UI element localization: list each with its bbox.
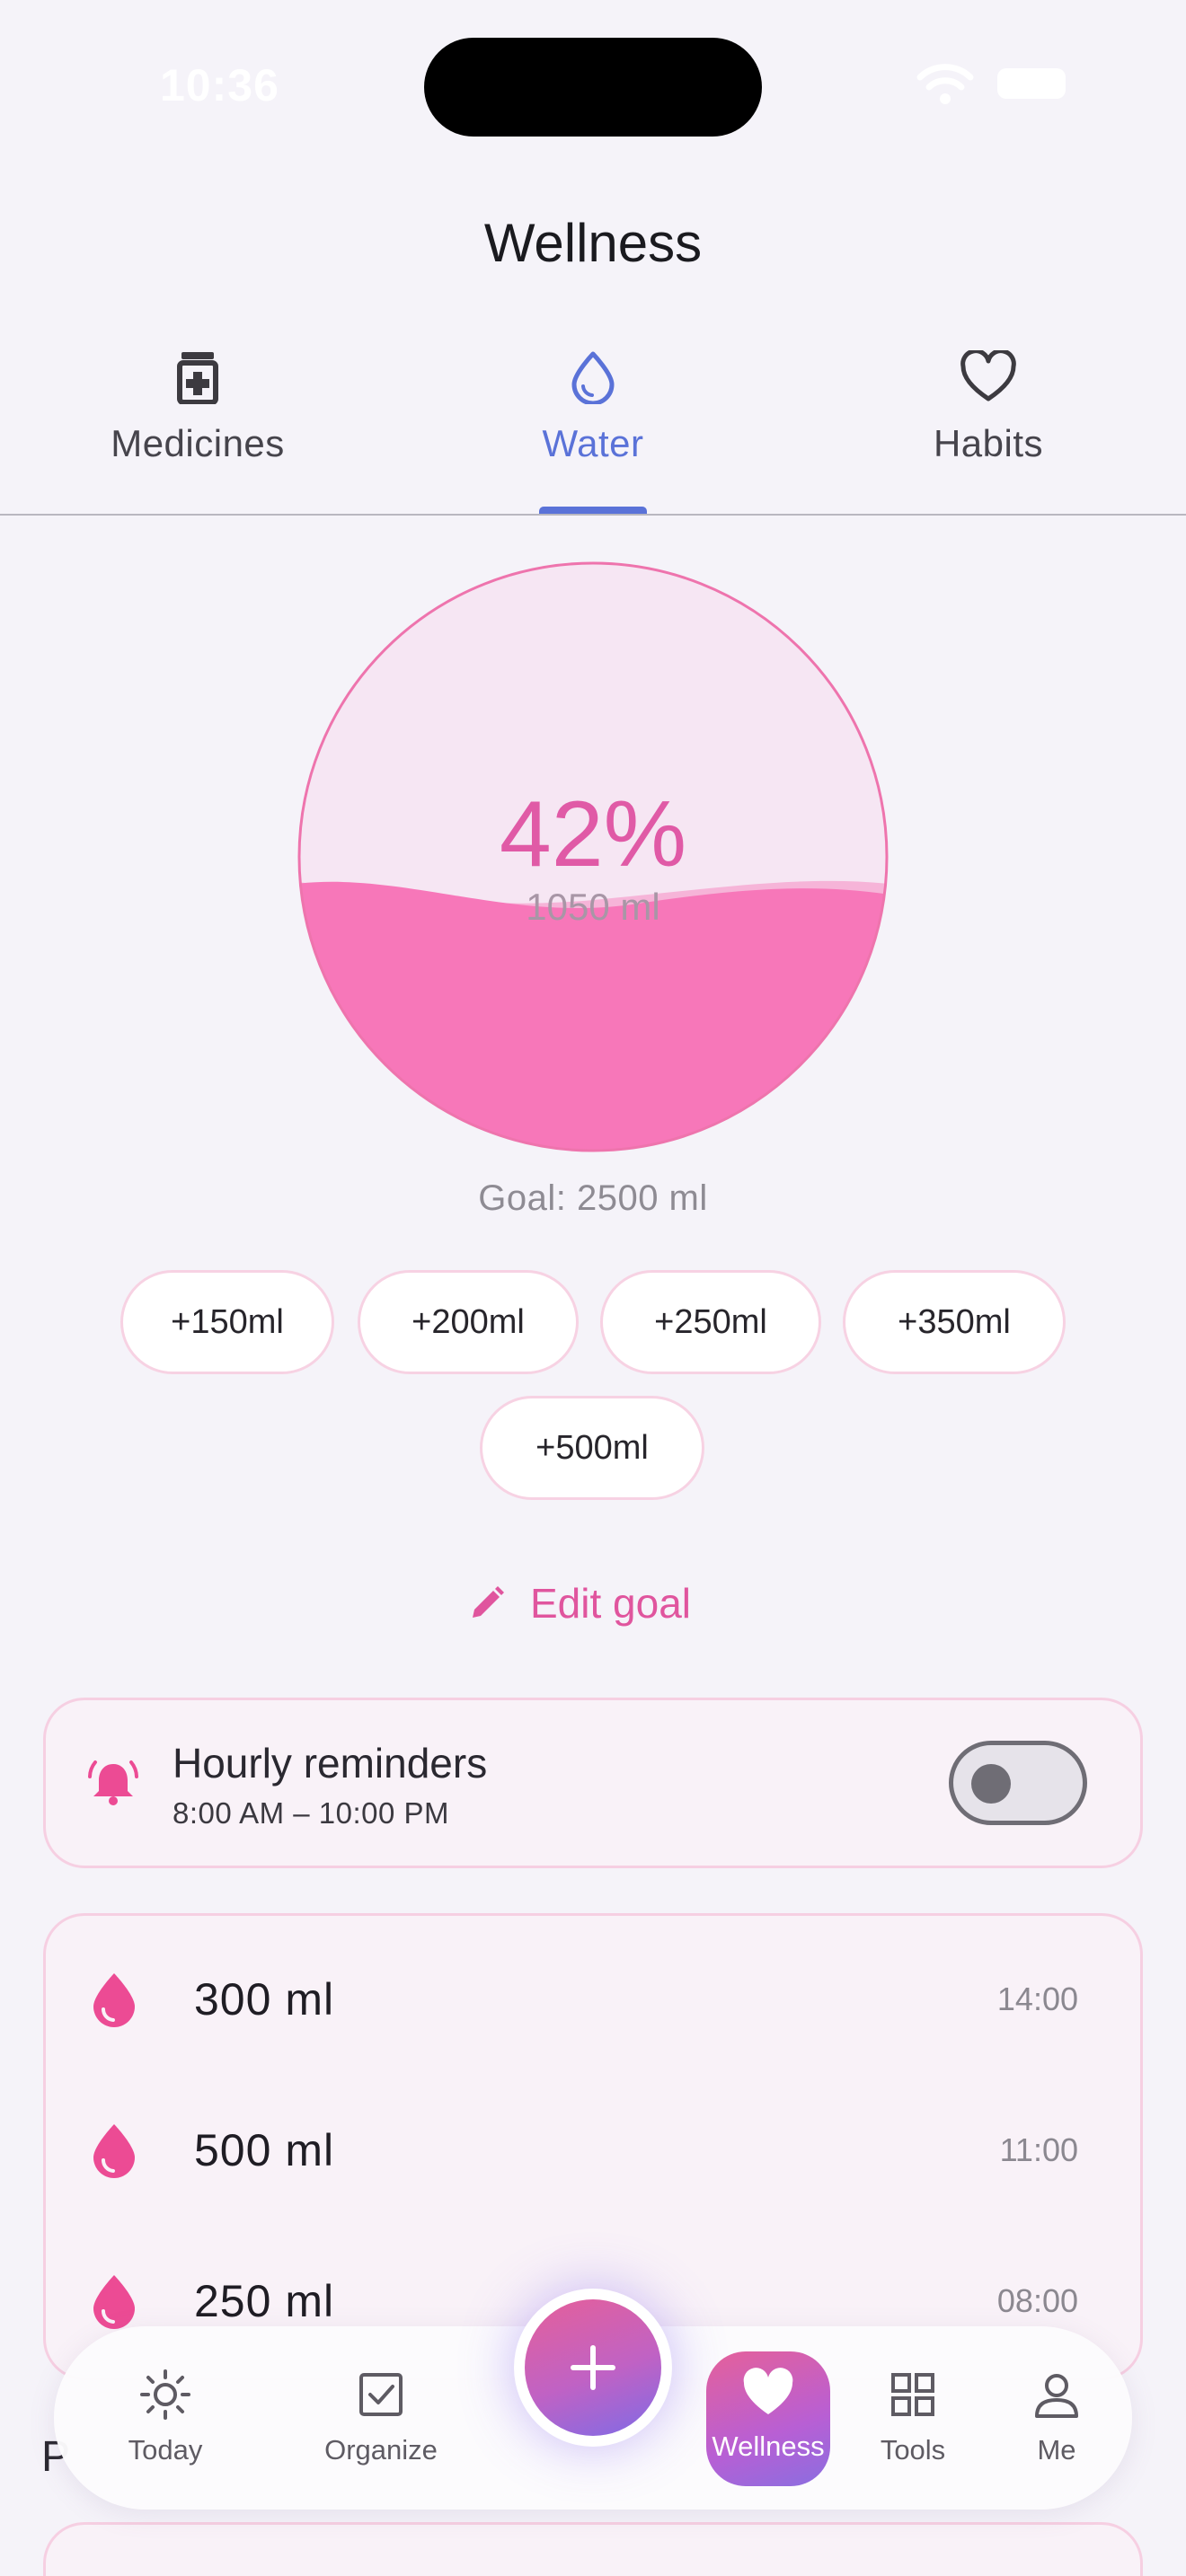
log-amount: 300 ml — [194, 1974, 335, 2025]
log-time: 11:00 — [999, 2131, 1078, 2168]
edit-goal-label: Edit goal — [530, 1580, 692, 1627]
add-350ml-button[interactable]: +350ml — [843, 1270, 1066, 1374]
medicine-bottle-icon — [177, 352, 218, 404]
log-time: 14:00 — [996, 1981, 1078, 2017]
tab-habits[interactable]: Habits — [854, 350, 1123, 465]
nav-label: Organize — [324, 2434, 438, 2466]
nav-label: Tools — [880, 2434, 946, 2466]
add-500ml-button[interactable]: +500ml — [480, 1396, 704, 1500]
water-drop-icon — [93, 2124, 135, 2178]
nav-me[interactable]: Me — [985, 2368, 1128, 2466]
log-amount: 250 ml — [194, 2276, 335, 2326]
status-time: 10:36 — [160, 60, 279, 110]
nav-tools[interactable]: Tools — [841, 2368, 985, 2466]
water-percent-label: 42% — [499, 782, 687, 887]
person-icon — [1035, 2374, 1078, 2418]
water-drop-icon — [571, 351, 615, 404]
heart-filled-icon — [743, 2368, 793, 2414]
reminders-schedule: 8:00 AM – 10:00 PM — [173, 1796, 450, 1830]
log-amount: 500 ml — [194, 2125, 335, 2175]
reminders-toggle[interactable] — [949, 1741, 1087, 1825]
add-fab-button[interactable] — [525, 2299, 661, 2436]
nav-label: Wellness — [712, 2430, 825, 2462]
tab-divider — [0, 514, 1186, 516]
next-card-partial — [43, 2522, 1143, 2576]
add-200ml-button[interactable]: +200ml — [358, 1270, 579, 1374]
reminders-title: Hourly reminders — [173, 1740, 488, 1786]
tab-label: Water — [542, 422, 644, 464]
nav-wellness[interactable]: Wellness — [696, 2368, 840, 2463]
water-amount-label: 1050 ml — [526, 886, 660, 928]
log-entry[interactable]: 500 ml 11:00 — [90, 2114, 1078, 2186]
tab-water[interactable]: Water — [458, 350, 728, 465]
tab-label: Medicines — [111, 422, 285, 464]
pencil-icon — [473, 1586, 504, 1618]
tab-label: Habits — [933, 422, 1044, 464]
heart-outline-icon — [960, 350, 1016, 401]
nav-label: Me — [1037, 2434, 1076, 2466]
page-title: Wellness — [483, 213, 703, 273]
log-entry[interactable]: 300 ml 14:00 — [90, 1963, 1078, 2035]
water-drop-icon — [93, 2275, 135, 2329]
bell-ringing-icon — [88, 1757, 138, 1812]
wifi-icon — [916, 63, 974, 110]
nav-today[interactable]: Today — [93, 2368, 237, 2466]
add-250ml-button[interactable]: +250ml — [600, 1270, 821, 1374]
grid-icon — [891, 2373, 934, 2416]
checkbox-icon — [359, 2373, 403, 2416]
goal-label: Goal: 2500 ml — [478, 1178, 708, 1218]
dynamic-island — [424, 38, 762, 137]
add-150ml-button[interactable]: +150ml — [120, 1270, 334, 1374]
nav-label: Today — [128, 2434, 203, 2466]
toggle-knob — [971, 1764, 1011, 1804]
battery-icon — [997, 68, 1066, 99]
plus-icon — [571, 2345, 615, 2390]
water-drop-icon — [93, 1973, 135, 2027]
sun-icon — [140, 2369, 190, 2420]
log-time: 08:00 — [996, 2282, 1078, 2319]
nav-organize[interactable]: Organize — [309, 2368, 453, 2466]
tab-medicines[interactable]: Medicines — [63, 350, 332, 465]
edit-goal-button[interactable]: Edit goal — [469, 1579, 691, 1628]
